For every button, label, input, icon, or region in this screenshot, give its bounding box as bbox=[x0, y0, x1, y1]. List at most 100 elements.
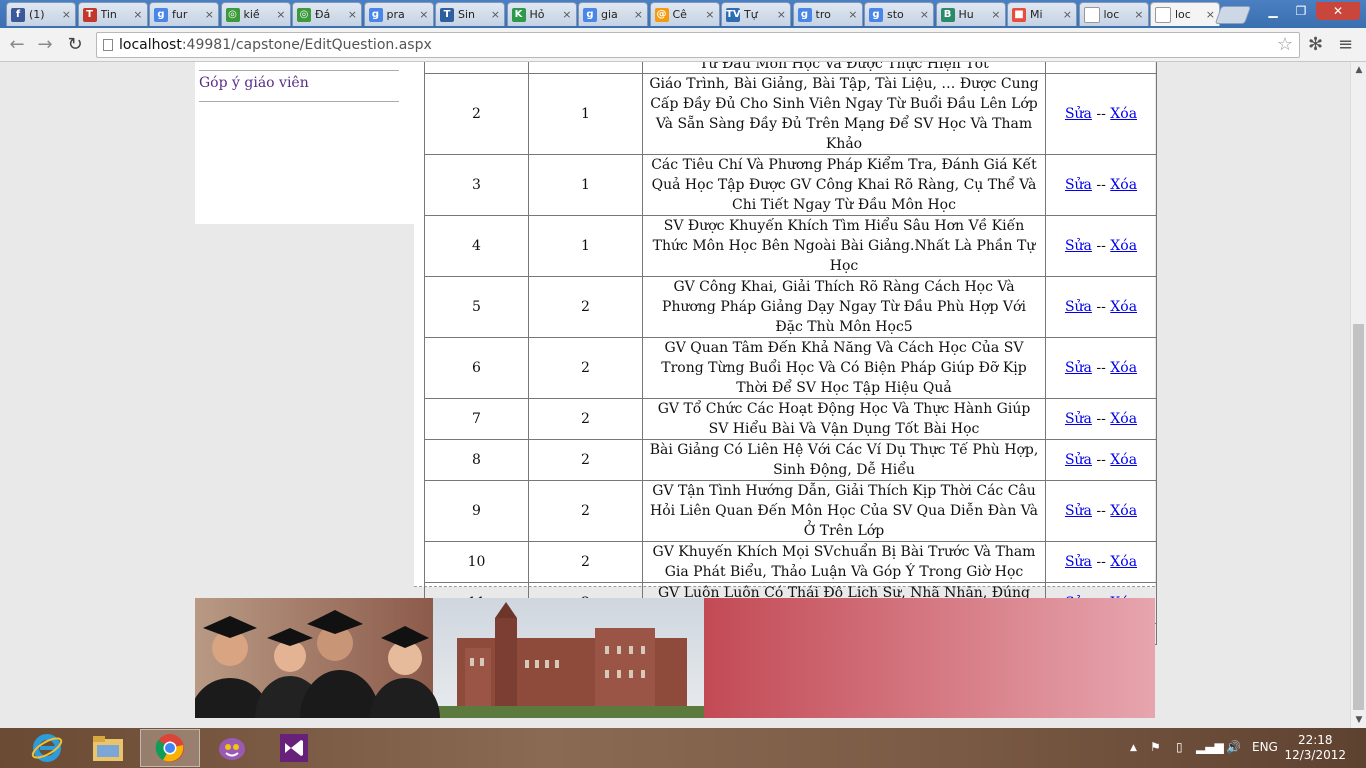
browser-tab[interactable]: ◎ Đá × bbox=[292, 2, 362, 26]
clock[interactable]: 22:18 12/3/2012 bbox=[1284, 733, 1346, 763]
minimize-button[interactable]: ▁ bbox=[1260, 2, 1286, 20]
tab-close-icon[interactable]: × bbox=[705, 8, 714, 21]
browser-tab[interactable]: g tro × bbox=[792, 2, 863, 26]
tab-close-icon[interactable]: × bbox=[634, 8, 643, 21]
delete-link[interactable]: Xóa bbox=[1110, 177, 1137, 193]
edit-link[interactable]: Sửa bbox=[1065, 177, 1092, 193]
volume-icon[interactable]: 🔊 bbox=[1226, 740, 1241, 754]
forward-arrow-icon[interactable]: → bbox=[34, 34, 56, 56]
edit-link[interactable]: Sửa bbox=[1065, 452, 1092, 468]
scroll-up-arrow-icon[interactable]: ▲ bbox=[1351, 62, 1366, 78]
back-arrow-icon[interactable]: ← bbox=[6, 34, 28, 56]
close-window-button[interactable]: ✕ bbox=[1316, 2, 1360, 20]
tab-close-icon[interactable]: × bbox=[276, 8, 285, 21]
browser-tab[interactable]: ◎ kiề × bbox=[220, 2, 291, 26]
window-controls: ▁ ❐ ✕ bbox=[1260, 2, 1360, 20]
tab-close-icon[interactable]: × bbox=[133, 8, 142, 21]
taskbar-chrome[interactable] bbox=[140, 729, 200, 767]
edit-link[interactable]: Sửa bbox=[1065, 106, 1092, 122]
reload-icon[interactable]: ↻ bbox=[64, 34, 86, 56]
delete-link[interactable]: Xóa bbox=[1110, 554, 1137, 570]
tab-close-icon[interactable]: × bbox=[419, 8, 428, 21]
delete-link[interactable]: Xóa bbox=[1110, 452, 1137, 468]
vertical-scrollbar[interactable]: ▲ ▼ bbox=[1350, 62, 1366, 728]
delete-link[interactable]: Xóa bbox=[1110, 299, 1137, 315]
tab-title: Hỏ bbox=[529, 8, 545, 21]
browser-tab[interactable]: g pra × bbox=[363, 2, 434, 26]
scrollbar-thumb[interactable] bbox=[1353, 324, 1364, 710]
question-text: GV Khuyến Khích Mọi SVchuẩn Bị Bài Trước… bbox=[642, 541, 1046, 583]
browser-tab[interactable]: ■ Mi × bbox=[1007, 2, 1077, 26]
students-campus-photo bbox=[195, 598, 704, 718]
tab-favicon-icon: T bbox=[440, 7, 454, 22]
edit-link[interactable]: Sửa bbox=[1065, 554, 1092, 570]
tab-close-icon[interactable]: × bbox=[1206, 8, 1215, 21]
delete-link[interactable]: Xóa bbox=[1110, 503, 1137, 519]
browser-tab[interactable]: B Hu × bbox=[935, 2, 1006, 26]
row-group: 2 bbox=[528, 276, 643, 338]
tab-close-icon[interactable]: × bbox=[562, 8, 571, 21]
browser-tab[interactable]: loc × bbox=[1078, 2, 1149, 26]
battery-icon[interactable]: ▯ bbox=[1176, 740, 1183, 754]
tab-close-icon[interactable]: × bbox=[920, 8, 929, 21]
edit-link[interactable]: Sửa bbox=[1065, 360, 1092, 376]
row-group: 2 bbox=[528, 337, 643, 399]
menu-icon[interactable]: ≡ bbox=[1338, 34, 1353, 55]
tab-favicon-icon: @ bbox=[654, 7, 669, 22]
tab-close-icon[interactable]: × bbox=[62, 8, 71, 21]
tab-close-icon[interactable]: × bbox=[491, 8, 500, 21]
question-text: GV Tận Tình Hướng Dẫn, Giải Thích Kịp Th… bbox=[642, 480, 1046, 542]
tab-close-icon[interactable]: × bbox=[1134, 8, 1143, 21]
taskbar-visual-studio[interactable] bbox=[264, 729, 324, 767]
delete-link[interactable]: Xóa bbox=[1110, 238, 1137, 254]
edit-link[interactable]: Sửa bbox=[1065, 503, 1092, 519]
taskbar-file-explorer[interactable] bbox=[78, 729, 138, 767]
browser-tab[interactable]: g sto × bbox=[864, 2, 934, 26]
delete-link[interactable]: Xóa bbox=[1110, 106, 1137, 122]
tab-close-icon[interactable]: × bbox=[205, 8, 214, 21]
delete-link[interactable]: Xóa bbox=[1110, 360, 1137, 376]
tab-close-icon[interactable]: × bbox=[991, 8, 1000, 21]
network-signal-icon[interactable]: ▂▄▆ bbox=[1196, 740, 1224, 754]
tab-favicon-icon: g bbox=[154, 7, 168, 22]
browser-tab[interactable]: K Hỏ × bbox=[506, 2, 577, 26]
tab-close-icon[interactable]: × bbox=[1063, 8, 1072, 21]
delete-link[interactable]: Xóa bbox=[1110, 411, 1137, 427]
table-row: 9 2 GV Tận Tình Hướng Dẫn, Giải Thích Kịp … bbox=[424, 480, 1157, 542]
tab-favicon-icon: B bbox=[940, 7, 955, 22]
taskbar-internet-explorer[interactable] bbox=[17, 729, 77, 767]
taskbar-messenger[interactable] bbox=[202, 729, 262, 767]
tab-title: gia bbox=[601, 8, 618, 21]
tab-close-icon[interactable]: × bbox=[348, 8, 357, 21]
table-row: 10 2 GV Khuyến Khích Mọi SVchuẩn Bị Bài Tr… bbox=[424, 541, 1157, 583]
language-indicator[interactable]: ENG bbox=[1252, 740, 1278, 754]
tab-close-icon[interactable]: × bbox=[848, 8, 857, 21]
bookmark-star-icon[interactable]: ☆ bbox=[1277, 33, 1293, 57]
browser-tab[interactable]: @ Cê × bbox=[649, 2, 720, 26]
browser-tab[interactable]: TV Tự × bbox=[721, 2, 791, 26]
browser-tab[interactable]: T Tin × bbox=[77, 2, 148, 26]
extension-icon[interactable]: ✻ bbox=[1308, 34, 1323, 55]
browser-tab[interactable]: f (1) × bbox=[6, 2, 76, 26]
tab-favicon-icon: f bbox=[11, 7, 25, 22]
show-hidden-icons-arrow-icon[interactable]: ▲ bbox=[1130, 743, 1137, 753]
edit-link[interactable]: Sửa bbox=[1065, 238, 1092, 254]
restore-button[interactable]: ❐ bbox=[1288, 2, 1314, 20]
browser-tab[interactable]: T Sin × bbox=[435, 2, 505, 26]
flag-icon[interactable]: ⚑ bbox=[1150, 740, 1161, 754]
tab-title: Tin bbox=[100, 8, 117, 21]
tab-favicon-icon: K bbox=[511, 7, 526, 22]
scroll-down-arrow-icon[interactable]: ▼ bbox=[1351, 712, 1366, 728]
tab-favicon-icon: ■ bbox=[1012, 7, 1026, 22]
tab-title: pra bbox=[386, 8, 405, 21]
browser-tab[interactable]: g fur × bbox=[149, 2, 219, 26]
tab-close-icon[interactable]: × bbox=[777, 8, 786, 21]
sidebar-item-teacher-feedback[interactable]: Góp ý giáo viên bbox=[199, 75, 309, 91]
browser-tab[interactable]: g gia × bbox=[578, 2, 648, 26]
question-text: GV Tổ Chức Các Hoạt Động Học Và Thực Hàn… bbox=[642, 398, 1046, 440]
edit-link[interactable]: Sửa bbox=[1065, 411, 1092, 427]
edit-link[interactable]: Sửa bbox=[1065, 299, 1092, 315]
row-number: 10 bbox=[424, 541, 529, 583]
browser-tab[interactable]: loc × bbox=[1150, 2, 1220, 26]
address-bar[interactable]: localhost:49981/capstone/EditQuestion.as… bbox=[96, 32, 1300, 58]
